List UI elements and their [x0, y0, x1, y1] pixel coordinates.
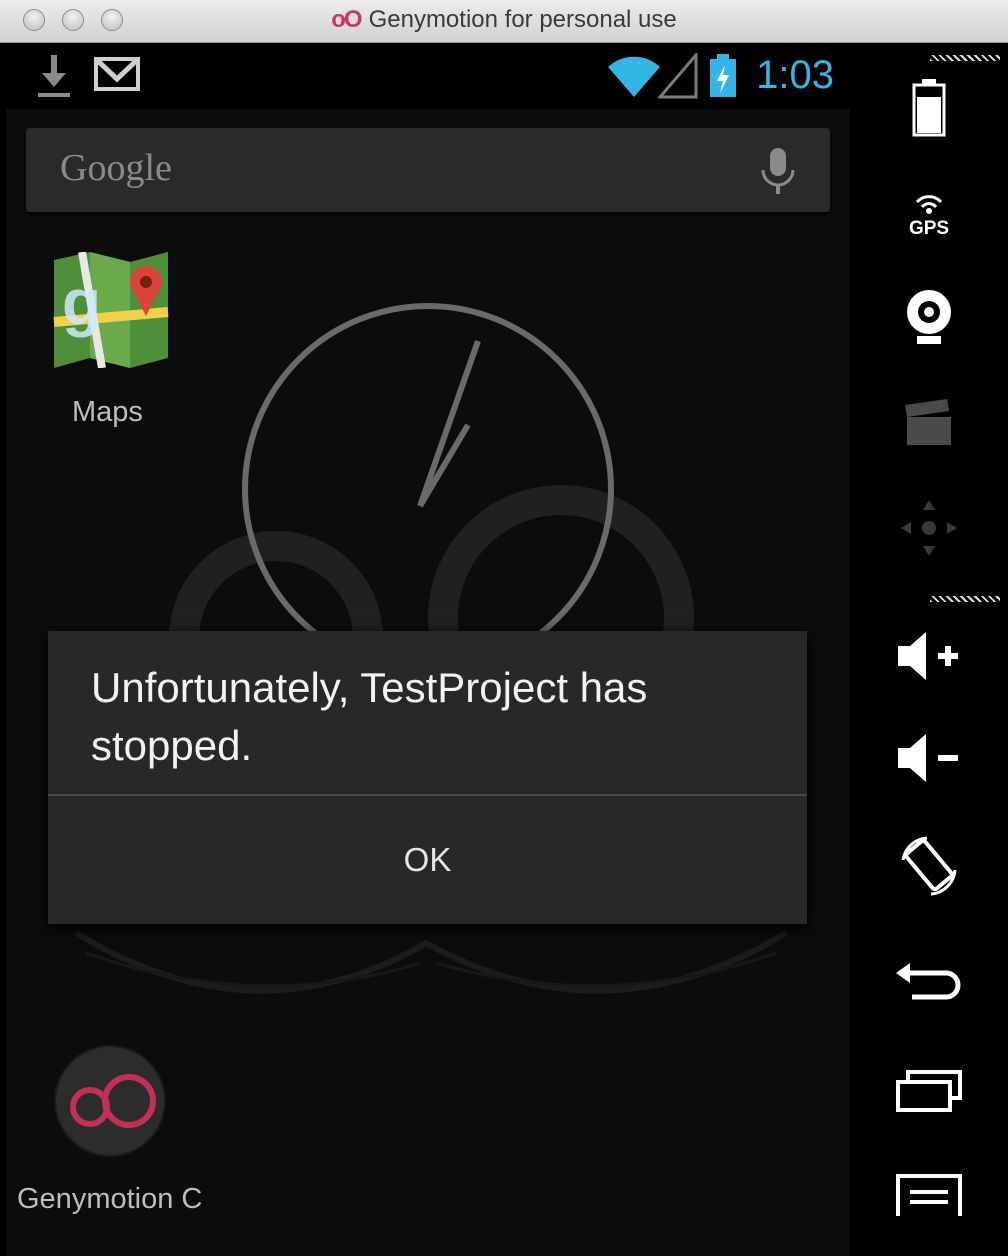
rotate-icon [901, 836, 957, 896]
status-bar: 1:03 [6, 43, 850, 109]
dpad-button [850, 483, 1008, 573]
recent-apps-icon [896, 1070, 962, 1112]
volume-up-button[interactable] [850, 611, 1008, 701]
ok-button[interactable]: OK [48, 796, 807, 924]
maps-icon: g [53, 252, 169, 368]
toolbar-grip[interactable] [930, 596, 1000, 602]
battery-button[interactable] [850, 63, 1008, 153]
app-genymotion[interactable]: Genymotion C [6, 1043, 236, 1233]
menu-icon [896, 1174, 962, 1216]
svg-text:g: g [62, 266, 101, 338]
app-maps[interactable]: g Maps [42, 248, 182, 438]
google-search-bar[interactable]: Google [26, 128, 830, 212]
recent-apps-button[interactable] [850, 1046, 1008, 1136]
back-button[interactable] [850, 938, 1008, 1028]
webcam-button[interactable] [850, 273, 1008, 363]
download-icon [38, 55, 70, 97]
dialog-message: Unfortunately, TestProject has stopped. [91, 664, 648, 769]
microphone-icon[interactable] [758, 148, 798, 196]
screencast-button [850, 378, 1008, 468]
dpad-icon [901, 500, 957, 556]
battery-charging-icon [710, 54, 736, 97]
ok-button-label: OK [403, 841, 452, 878]
window-title: oO Genymotion for personal use [0, 6, 1008, 34]
gps-icon: GPS [909, 195, 949, 238]
genymotion-logo: oO [331, 6, 362, 33]
battery-icon [912, 79, 946, 137]
error-dialog: Unfortunately, TestProject has stopped. … [48, 631, 807, 924]
back-icon [896, 963, 961, 1000]
app-label: Genymotion C [17, 1183, 203, 1215]
window-title-text: Genymotion for personal use [368, 6, 677, 33]
toolbar-grip[interactable] [930, 55, 1000, 61]
app-label: Maps [72, 396, 143, 428]
signal-icon [658, 53, 698, 99]
menu-button[interactable] [850, 1151, 1008, 1241]
volume-down-button[interactable] [850, 713, 1008, 803]
status-clock: 1:03 [756, 53, 834, 97]
gps-button[interactable]: GPS [850, 168, 1008, 258]
genymotion-toolbar: GPS [850, 43, 1008, 1256]
rotate-button[interactable] [850, 821, 1008, 911]
gmail-icon [94, 57, 140, 91]
webcam-icon [907, 290, 951, 344]
clapperboard-icon [905, 399, 951, 445]
android-screen: 1:03 Google g Maps Genymotion C Unfortun… [6, 43, 850, 1256]
genymotion-icon [54, 1045, 166, 1157]
volume-up-icon [898, 632, 958, 680]
wifi-icon [608, 56, 660, 97]
gps-label: GPS [909, 218, 949, 238]
search-label: Google [60, 147, 172, 189]
window-titlebar: oO Genymotion for personal use [0, 0, 1008, 43]
volume-down-icon [898, 734, 958, 782]
